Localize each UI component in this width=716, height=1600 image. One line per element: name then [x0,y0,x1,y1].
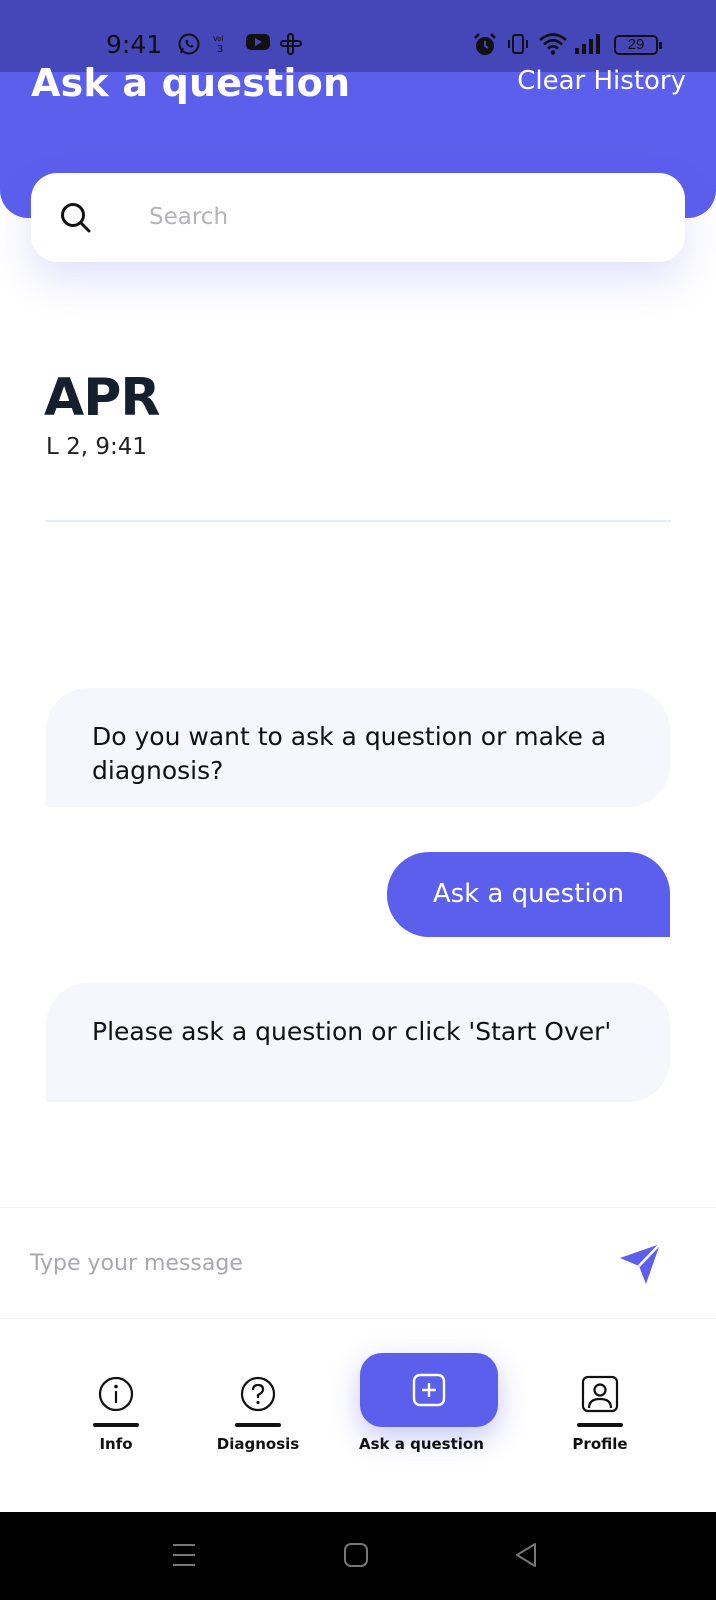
user-message-bubble: Ask a question [386,852,670,937]
clear-history-button[interactable]: Clear History [517,66,686,96]
message-composer [0,1207,716,1317]
message-text: Please ask a question or click 'Start Ov… [92,1017,612,1046]
alarm-icon [474,33,496,55]
svg-text:3: 3 [217,44,223,55]
divider [45,520,671,522]
bottom-navigation: Info Diagnosis Ask a question Profile [0,1318,716,1512]
nav-indicator [235,1423,281,1427]
search-input[interactable] [149,193,649,241]
profile-icon [581,1375,619,1413]
question-icon [240,1376,276,1412]
nav-indicator [577,1423,623,1427]
date-month: APR [44,368,160,428]
info-icon [98,1376,134,1412]
back-icon[interactable] [513,1540,539,1570]
search-bar [31,173,685,262]
slack-icon [280,33,302,55]
home-icon[interactable] [343,1540,369,1570]
nav-item-ask-question[interactable] [360,1353,498,1427]
nav-label: Profile [572,1435,628,1453]
nav-item-profile[interactable]: Profile [530,1319,670,1469]
sim-data-icon: Vol 3 [213,35,224,55]
page-title: Ask a question [31,61,351,105]
nav-label: Diagnosis [216,1435,300,1453]
message-input[interactable] [30,1238,590,1288]
bot-message-bubble: Do you want to ask a question or make a … [46,688,670,807]
bot-message-bubble: Please ask a question or click 'Start Ov… [46,983,670,1102]
nav-indicator [93,1423,139,1427]
date-detail: L 2, 9:41 [46,434,148,460]
signal-icon [575,34,600,54]
search-icon [61,203,91,233]
nav-label: Info [99,1435,133,1453]
nav-item-info[interactable]: Info [46,1319,186,1469]
plus-square-icon [412,1373,446,1407]
system-navigation-bar [0,1512,716,1600]
nav-item-diagnosis[interactable]: Diagnosis [188,1319,328,1469]
recent-apps-icon[interactable] [171,1540,197,1570]
wifi-icon [539,33,567,55]
message-text: Ask a question [432,879,624,909]
battery-indicator: 29 [614,35,662,55]
status-time: 9:41 [106,30,163,59]
youtube-icon [246,34,270,50]
whatsapp-icon [178,33,200,55]
nav-label: Ask a question [359,1435,484,1453]
send-icon[interactable] [618,1242,662,1286]
message-text: Do you want to ask a question or make a … [92,722,607,785]
svg-text:Vol: Vol [213,35,224,43]
vibrate-icon [508,34,528,54]
